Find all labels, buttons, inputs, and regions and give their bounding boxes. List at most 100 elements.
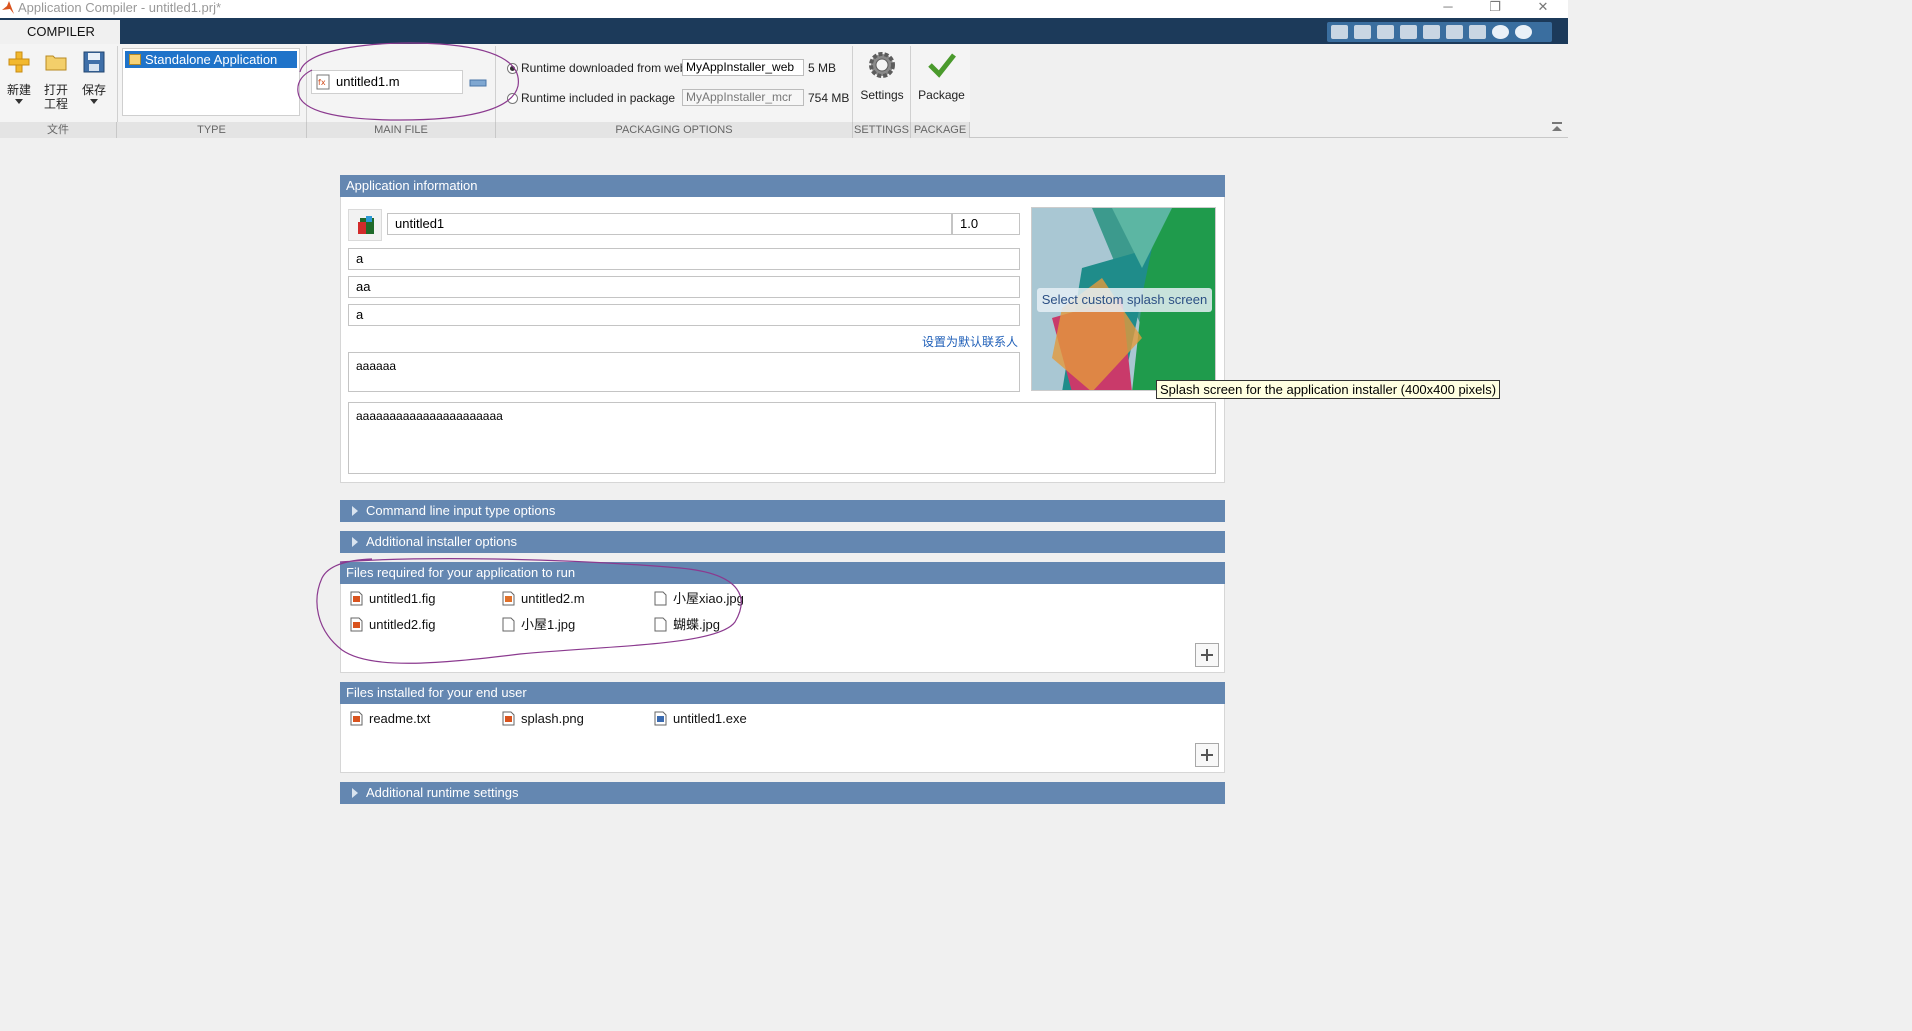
separator xyxy=(117,46,118,122)
fig-file-icon xyxy=(350,617,363,632)
standalone-app-icon xyxy=(129,54,141,65)
minimize-button[interactable]: ─ xyxy=(1433,0,1463,14)
file-name: untitled1.fig xyxy=(369,591,436,606)
runtime-package-size: 754 MB xyxy=(808,91,850,105)
generic-file-icon xyxy=(654,617,667,632)
add-required-file-button[interactable] xyxy=(1195,643,1219,667)
restore-button[interactable]: ❐ xyxy=(1480,0,1510,14)
additional-runtime-label: Additional runtime settings xyxy=(366,785,519,800)
qat-copy-icon[interactable] xyxy=(1377,25,1394,39)
collapse-ribbon-icon[interactable] xyxy=(1551,122,1563,132)
file-item[interactable]: readme.txt xyxy=(350,710,430,728)
exe-file-icon xyxy=(654,711,667,726)
files-required-body xyxy=(340,584,1225,673)
close-button[interactable]: ✕ xyxy=(1528,0,1558,14)
save-button[interactable]: 保存 xyxy=(75,50,113,104)
files-installed-header: Files installed for your end user xyxy=(340,682,1225,704)
options-icon[interactable] xyxy=(1515,25,1532,39)
file-name: splash.png xyxy=(521,711,584,726)
window-title: Application Compiler - untitled1.prj* xyxy=(18,0,222,15)
runtime-web-size: 5 MB xyxy=(808,61,837,75)
select-splash-button[interactable]: Select custom splash screen xyxy=(1037,288,1212,312)
help-icon[interactable] xyxy=(1492,25,1509,39)
package-label: Package xyxy=(918,88,965,102)
file-item[interactable]: untitled1.fig xyxy=(350,590,436,608)
set-default-contact-link[interactable]: 设置为默认联系人 xyxy=(922,333,1018,350)
file-name: 蝴蝶.jpg xyxy=(673,617,720,632)
application-type-list[interactable]: Standalone Application xyxy=(122,48,300,116)
qat-layout-icon[interactable] xyxy=(1469,25,1486,39)
section-label-package: PACKAGE xyxy=(911,122,970,138)
qat-undo-icon[interactable] xyxy=(1423,25,1440,39)
image-file-icon xyxy=(502,711,515,726)
splash-screen-preview[interactable]: Select custom splash screen xyxy=(1031,207,1216,391)
file-item[interactable]: 小屋xiao.jpg xyxy=(654,590,744,608)
type-item-standalone[interactable]: Standalone Application xyxy=(125,51,297,68)
app-icon[interactable] xyxy=(348,209,382,241)
save-dropdown-arrow-icon[interactable] xyxy=(90,99,98,104)
add-installed-file-button[interactable] xyxy=(1195,743,1219,767)
qat-redo-icon[interactable] xyxy=(1446,25,1463,39)
file-item[interactable]: splash.png xyxy=(502,710,584,728)
runtime-web-radio[interactable] xyxy=(507,63,518,74)
summary-textarea[interactable]: aaaaaa xyxy=(348,352,1020,392)
files-installed-body xyxy=(340,704,1225,773)
separator xyxy=(910,46,911,122)
separator xyxy=(852,46,853,122)
open-label-2: 工程 xyxy=(43,97,68,111)
new-button[interactable]: 新建 xyxy=(0,50,38,104)
settings-button[interactable]: Settings xyxy=(856,48,908,102)
app-name-field[interactable]: untitled1 xyxy=(387,213,952,235)
file-item[interactable]: 蝴蝶.jpg xyxy=(654,616,720,634)
text-file-icon xyxy=(350,711,363,726)
tab-compiler[interactable]: COMPILER xyxy=(0,20,120,44)
open-label-1: 打开 xyxy=(43,83,68,97)
svg-text:fx: fx xyxy=(318,78,326,87)
runtime-package-radio[interactable] xyxy=(507,93,518,104)
matlab-logo-icon xyxy=(2,1,14,14)
description-textarea[interactable]: aaaaaaaaaaaaaaaaaaaaaa xyxy=(348,402,1216,474)
additional-runtime-header[interactable]: Additional runtime settings xyxy=(340,782,1225,804)
company-field[interactable]: a xyxy=(348,304,1020,326)
command-line-options-header[interactable]: Command line input type options xyxy=(340,500,1225,522)
expand-arrow-icon xyxy=(352,788,358,798)
section-label-packaging: PACKAGING OPTIONS xyxy=(496,122,853,138)
main-file-name: untitled1.m xyxy=(336,74,400,89)
expand-arrow-icon xyxy=(352,506,358,516)
command-line-options-label: Command line input type options xyxy=(366,503,556,518)
qat-paste-icon[interactable] xyxy=(1400,25,1417,39)
app-info-header: Application information xyxy=(340,175,1225,197)
file-item[interactable]: untitled2.m xyxy=(502,590,585,608)
m-file-icon: fx xyxy=(316,74,330,90)
separator xyxy=(495,46,496,122)
app-version-field[interactable]: 1.0 xyxy=(952,213,1020,235)
qat-save-icon[interactable] xyxy=(1331,25,1348,39)
section-label-file: 文件 xyxy=(0,122,117,138)
fig-file-icon xyxy=(350,591,363,606)
author-email-field[interactable]: aa xyxy=(348,276,1020,298)
generic-file-icon xyxy=(502,617,515,632)
runtime-web-input[interactable]: MyAppInstaller_web xyxy=(682,59,804,76)
folder-icon xyxy=(45,55,67,71)
package-button[interactable]: Package xyxy=(914,48,969,102)
gear-icon xyxy=(869,52,895,78)
floppy-disk-icon xyxy=(83,51,105,73)
file-item[interactable]: untitled1.exe xyxy=(654,710,747,728)
file-item[interactable]: 小屋1.jpg xyxy=(502,616,575,634)
runtime-web-label: Runtime downloaded from web xyxy=(521,61,687,75)
additional-installer-header[interactable]: Additional installer options xyxy=(340,531,1225,553)
author-name-field[interactable]: a xyxy=(348,248,1020,270)
new-dropdown-arrow-icon[interactable] xyxy=(15,99,23,104)
runtime-package-input[interactable]: MyAppInstaller_mcr xyxy=(682,89,804,106)
file-name: 小屋xiao.jpg xyxy=(673,591,744,606)
application-logo-icon xyxy=(358,216,374,234)
type-item-label: Standalone Application xyxy=(145,52,278,67)
splash-tooltip: Splash screen for the application instal… xyxy=(1156,380,1501,399)
file-item[interactable]: untitled2.fig xyxy=(350,616,436,634)
section-label-settings: SETTINGS xyxy=(853,122,911,138)
checkmark-icon xyxy=(927,53,956,78)
main-file-entry[interactable]: fx untitled1.m xyxy=(311,70,463,94)
open-project-button[interactable]: 打开 工程 xyxy=(37,50,75,111)
qat-cut-icon[interactable] xyxy=(1354,25,1371,39)
remove-main-file-icon[interactable] xyxy=(469,77,487,89)
